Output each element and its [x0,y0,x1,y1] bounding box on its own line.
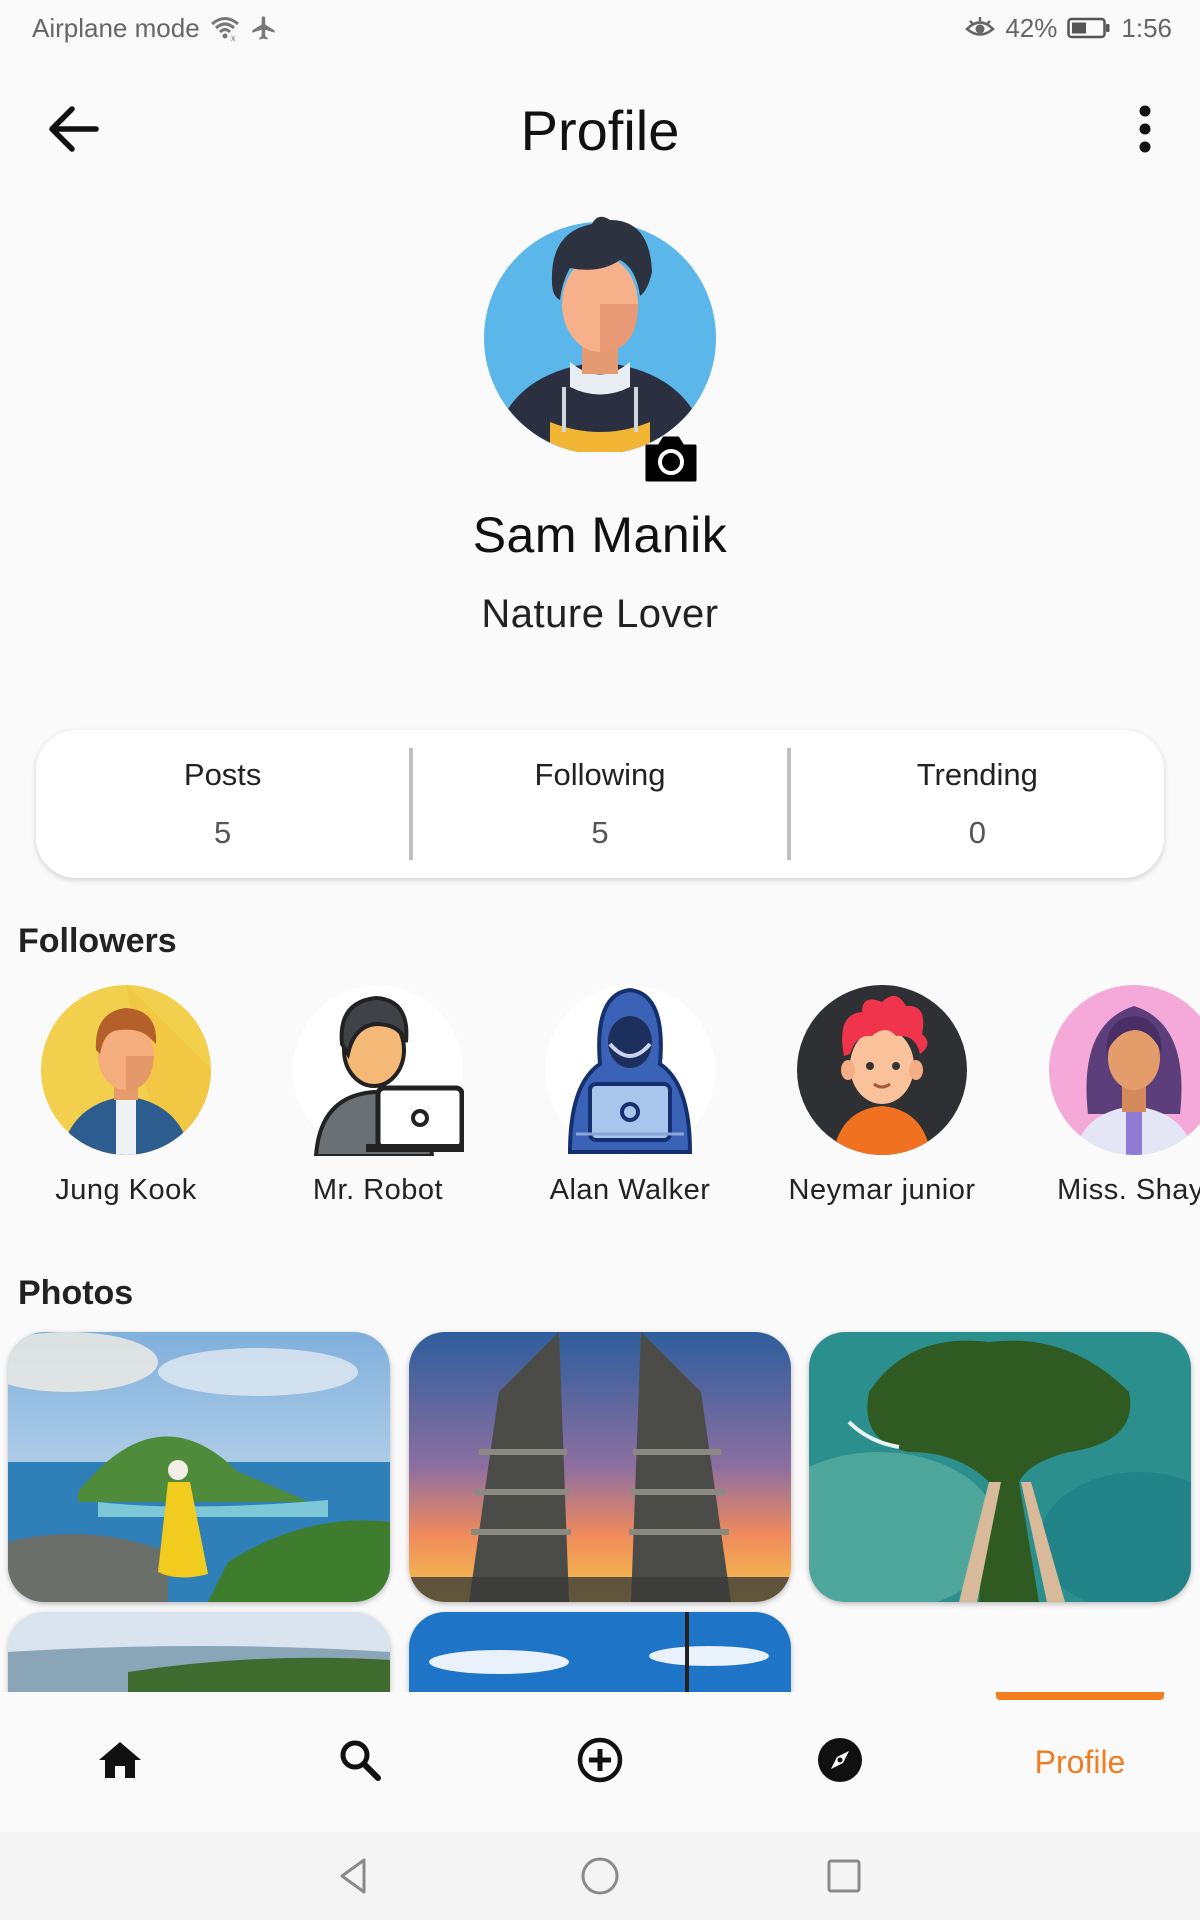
follower-item[interactable]: Mr. Robot [248,984,508,1207]
profile-avatar-wrap [480,212,720,482]
nav-profile[interactable]: Profile [960,1692,1200,1832]
stat-value: 5 [591,815,609,850]
stat-label: Following [534,757,666,792]
search-icon [339,1739,381,1786]
follower-item[interactable]: Alan Walker [500,984,760,1207]
follower-name: Neymar junior [788,1174,976,1206]
nav-add-post[interactable] [480,1692,720,1832]
follower-avatar [545,985,715,1155]
followers-section-title: Followers [18,922,177,960]
wifi-icon: x [210,15,240,41]
follower-name: Alan Walker [549,1174,711,1206]
photo-island-woman [8,1332,390,1602]
profile-name: Sam Manik [472,507,728,563]
recents-square-icon [822,1859,866,1902]
follower-avatar [293,985,464,1156]
stat-posts[interactable]: Posts 5 [36,730,409,878]
page-title: Profile [520,99,680,162]
change-photo-button[interactable] [643,434,699,484]
system-home-button[interactable] [578,1854,622,1898]
follower-item[interactable]: Jung Kook [0,984,256,1207]
stat-value: 5 [214,815,232,850]
photo-aerial-island [809,1332,1191,1602]
camera-icon [643,436,699,488]
follower-name: Jung Kook [55,1174,197,1206]
bottom-navigation: Profile [0,1692,1200,1832]
more-vertical-icon [1138,105,1152,158]
battery-icon [1067,17,1111,39]
home-circle-icon [578,1857,622,1902]
photo-coast [8,1612,390,1692]
nav-profile-label: Profile [1034,1743,1126,1780]
follower-avatar [41,985,211,1155]
follower-item[interactable]: Neymar junior [752,984,1012,1207]
follower-item[interactable]: Miss. Shayl [1004,984,1200,1207]
follower-avatar [1049,985,1200,1155]
follower-avatar [797,985,967,1155]
home-icon [97,1740,143,1785]
stat-value: 0 [968,815,986,850]
airplane-mode-label: Airplane mode [32,12,200,43]
app-header: Profile [0,56,1200,206]
photo-tile[interactable] [8,1612,390,1692]
photo-tile[interactable] [8,1332,390,1602]
add-circle-icon [576,1736,624,1789]
status-bar-left: Airplane mode x [32,13,278,44]
profile-screen: Airplane mode x 42% 1:56 Profile Sam Man… [0,0,1200,1920]
photo-tile[interactable] [809,1332,1191,1602]
stat-label: Trending [916,757,1038,792]
photo-tile[interactable] [409,1332,791,1602]
system-navigation-bar [0,1832,1200,1920]
stats-card: Posts 5 Following 5 Trending 0 [36,730,1164,878]
system-back-button[interactable] [332,1854,376,1898]
status-bar: Airplane mode x 42% 1:56 [0,0,1200,56]
nav-explore[interactable] [720,1692,960,1832]
battery-percent: 42% [1005,12,1058,43]
airplane-icon [250,14,278,42]
system-recents-button[interactable] [822,1854,866,1898]
follower-name: Miss. Shayl [1057,1174,1200,1206]
followers-list: Jung Kook Mr. Robot Alan Walker Neymar j… [0,984,1200,1214]
more-options-button[interactable] [1120,86,1170,176]
compass-icon [816,1736,864,1789]
nav-home[interactable] [0,1692,240,1832]
eye-icon [965,16,996,40]
stat-label: Posts [183,757,262,792]
clock: 1:56 [1121,12,1172,43]
photo-sky-tower [409,1612,791,1692]
nav-search[interactable] [240,1692,480,1832]
photo-tile[interactable] [409,1612,791,1692]
svg-text:x: x [231,33,236,41]
back-triangle-icon [332,1858,376,1902]
stat-trending[interactable]: Trending 0 [791,730,1164,878]
stat-following[interactable]: Following 5 [413,730,786,878]
photo-temple-gate [409,1332,791,1602]
status-bar-right: 42% 1:56 [965,13,1172,44]
photos-section-title: Photos [18,1274,134,1312]
profile-bio: Nature Lover [481,592,719,636]
profile-avatar[interactable] [480,212,720,454]
follower-name: Mr. Robot [312,1174,444,1206]
